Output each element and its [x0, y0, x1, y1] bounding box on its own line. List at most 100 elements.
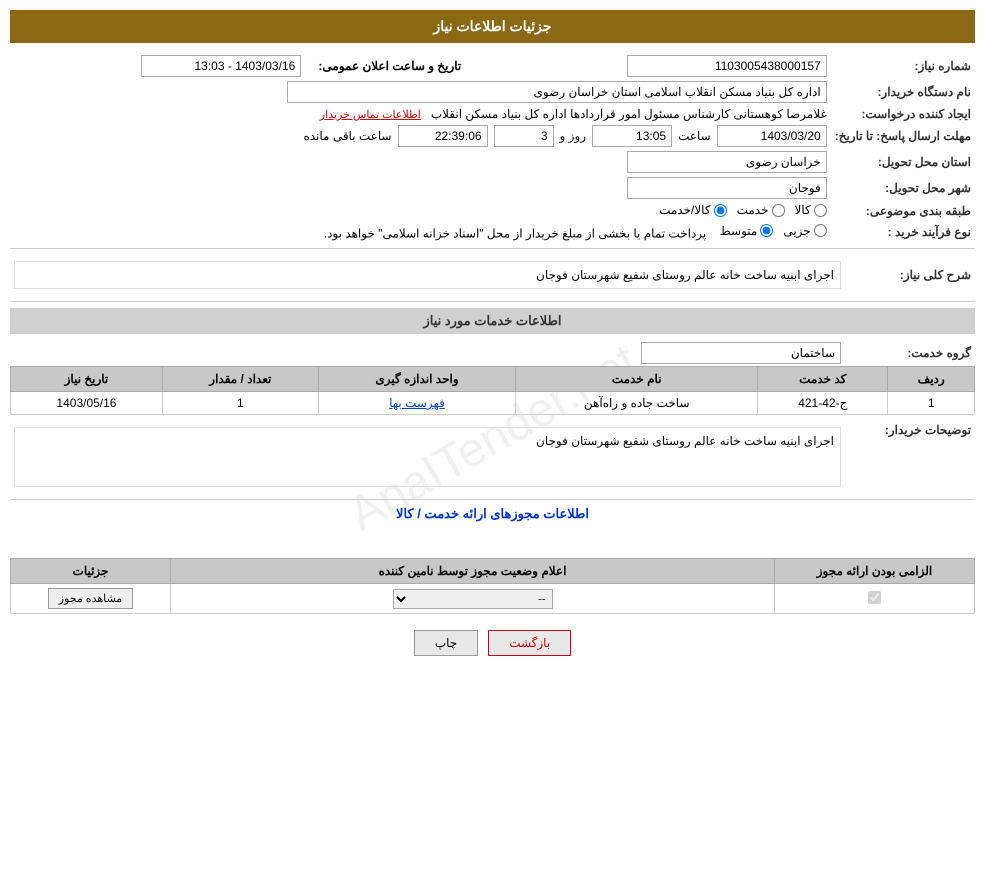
service-group-cell — [10, 340, 845, 366]
radio-motavasset[interactable]: متوسط — [720, 224, 774, 238]
radio-khedmat-input[interactable] — [772, 204, 785, 217]
buyer-desc-box: اجرای ابنیه ساخت خانه عالم روستای شفیع ش… — [14, 427, 841, 487]
radio-jozi-input[interactable] — [814, 224, 827, 237]
perm-status-select[interactable]: -- دارم ندارم — [393, 589, 553, 609]
creator-text: غلامرضا کوهستانی کارشناس مسئول امور قرار… — [431, 107, 827, 121]
label-city: شهر محل تحویل: — [831, 175, 975, 201]
page-title: جزئیات اطلاعات نیاز — [10, 10, 975, 43]
need-number-cell — [465, 53, 830, 79]
buyer-desc-label: توضیحات خریدار: — [845, 421, 975, 493]
cell-code: ج-42-421 — [758, 392, 888, 415]
permissions-title: اطلاعات مجوزهای ارائه خدمت / کالا — [10, 506, 975, 522]
bottom-buttons: بازگشت چاپ — [10, 630, 975, 656]
buyer-org-cell — [10, 79, 831, 105]
perm-required-checkbox — [868, 591, 881, 604]
services-tbody: 1 ج-42-421 ساخت جاده و راه‌آهن فهرست بها… — [11, 392, 975, 415]
purchase-note: پرداخت تمام یا بخشی از مبلغ خریدار از مح… — [324, 226, 707, 240]
label-announce-date: تاریخ و ساعت اعلان عمومی: — [305, 53, 465, 79]
buyer-desc-table: توضیحات خریدار: اجرای ابنیه ساخت خانه عا… — [10, 421, 975, 493]
deadline-date-input — [717, 125, 827, 147]
creator-cell: غلامرضا کوهستانی کارشناس مسئول امور قرار… — [10, 105, 831, 123]
radio-khedmat-label: خدمت — [737, 203, 769, 217]
radio-kala[interactable]: کالا — [795, 203, 827, 217]
need-summary-label: شرح کلی نیاز: — [845, 255, 975, 295]
city-cell — [10, 175, 831, 201]
label-need-number: شماره نیاز: — [831, 53, 975, 79]
perm-col-status: اعلام وضعیت مجوز توسط نامین کننده — [171, 559, 775, 584]
purchase-type-cell: جزیی متوسط پرداخت تمام یا بخشی از مبلغ خ… — [10, 222, 831, 243]
perm-details-cell[interactable]: مشاهده مجوز — [11, 584, 171, 614]
deadline-time-input — [592, 125, 672, 147]
radio-khedmat[interactable]: خدمت — [737, 203, 785, 217]
page-wrapper: AnaITender.net جزئیات اطلاعات نیاز شماره… — [0, 0, 985, 875]
need-summary-text: اجرای ابنیه ساخت خانه عالم روستای شفیع ش… — [536, 268, 834, 282]
days-label: روز و — [560, 129, 587, 143]
radio-kala-input[interactable] — [814, 204, 827, 217]
radio-kala-khedmat-label: کالا/خدمت — [659, 203, 710, 217]
service-group-table: گروه خدمت: — [10, 340, 975, 366]
unit-link[interactable]: فهرست بها — [389, 396, 445, 410]
need-summary-table: شرح کلی نیاز: اجرای ابنیه ساخت خانه عالم… — [10, 255, 975, 295]
purchase-type-radio-group: جزیی متوسط — [720, 224, 827, 238]
print-button[interactable]: چاپ — [414, 630, 478, 656]
province-input — [627, 151, 827, 173]
need-summary-box: اجرای ابنیه ساخت خانه عالم روستای شفیع ش… — [14, 261, 841, 289]
buyer-org-input — [287, 81, 827, 103]
contact-link[interactable]: اطلاعات تماس خریدار — [320, 109, 421, 121]
col-code: کد خدمت — [758, 367, 888, 392]
label-purchase-type: نوع فرآیند خرید : — [831, 222, 975, 243]
label-buyer-org: نام دستگاه خریدار: — [831, 79, 975, 105]
content-area: جزئیات اطلاعات نیاز شماره نیاز: تاریخ و … — [10, 10, 975, 656]
cell-unit[interactable]: فهرست بها — [318, 392, 516, 415]
perm-required-cell — [775, 584, 975, 614]
services-table: ردیف کد خدمت نام خدمت واحد اندازه گیری ت… — [10, 366, 975, 415]
radio-kala-khedmat-input[interactable] — [714, 204, 727, 217]
radio-kala-khedmat[interactable]: کالا/خدمت — [659, 203, 726, 217]
cell-date: 1403/05/16 — [11, 392, 163, 415]
separator-3 — [10, 499, 975, 500]
time-label: ساعت — [678, 129, 711, 143]
label-deadline: مهلت ارسال پاسخ: تا تاریخ: — [831, 123, 975, 149]
radio-motavasset-input[interactable] — [760, 224, 773, 237]
perm-row: -- دارم ندارم مشاهده مجوز — [11, 584, 975, 614]
buyer-desc-cell: اجرای ابنیه ساخت خانه عالم روستای شفیع ش… — [10, 421, 845, 493]
service-group-label: گروه خدمت: — [845, 340, 975, 366]
col-name: نام خدمت — [516, 367, 758, 392]
cell-row: 1 — [888, 392, 975, 415]
permissions-table: الزامی بودن ارائه مجوز اعلام وضعیت مجوز … — [10, 558, 975, 614]
perm-col-details: جزئیات — [11, 559, 171, 584]
perm-status-cell[interactable]: -- دارم ندارم — [171, 584, 775, 614]
city-input — [627, 177, 827, 199]
category-cell: کالا خدمت کالا/خدمت — [10, 201, 831, 222]
cell-qty: 1 — [162, 392, 318, 415]
label-province: استان محل تحویل: — [831, 149, 975, 175]
back-button[interactable]: بازگشت — [488, 630, 571, 656]
separator-1 — [10, 248, 975, 249]
cell-name: ساخت جاده و راه‌آهن — [516, 392, 758, 415]
spacer — [10, 528, 975, 558]
deadline-cell: ساعت روز و ساعت باقی مانده — [10, 123, 831, 149]
service-group-input — [641, 342, 841, 364]
radio-jozi-label: جزیی — [783, 224, 810, 238]
label-category: طبقه بندی موضوعی: — [831, 201, 975, 222]
province-cell — [10, 149, 831, 175]
announce-date-cell — [10, 53, 305, 79]
category-radio-group: کالا خدمت کالا/خدمت — [659, 203, 827, 217]
col-qty: تعداد / مقدار — [162, 367, 318, 392]
deadline-remaining-input — [398, 125, 488, 147]
radio-jozi[interactable]: جزیی — [783, 224, 826, 238]
perm-col-required: الزامی بودن ارائه مجوز — [775, 559, 975, 584]
remaining-label: ساعت باقی مانده — [303, 129, 391, 143]
need-number-input — [627, 55, 827, 77]
col-unit: واحد اندازه گیری — [318, 367, 516, 392]
separator-2 — [10, 301, 975, 302]
main-info-table: شماره نیاز: تاریخ و ساعت اعلان عمومی: نا… — [10, 53, 975, 242]
deadline-days-input — [494, 125, 554, 147]
col-date: تاریخ نیاز — [11, 367, 163, 392]
buyer-desc-text: اجرای ابنیه ساخت خانه عالم روستای شفیع ش… — [536, 434, 834, 448]
radio-motavasset-label: متوسط — [720, 224, 758, 238]
announce-date-input — [141, 55, 301, 77]
services-title: اطلاعات خدمات مورد نیاز — [10, 308, 975, 334]
radio-kala-label: کالا — [795, 203, 811, 217]
view-permit-button[interactable]: مشاهده مجوز — [48, 588, 133, 609]
